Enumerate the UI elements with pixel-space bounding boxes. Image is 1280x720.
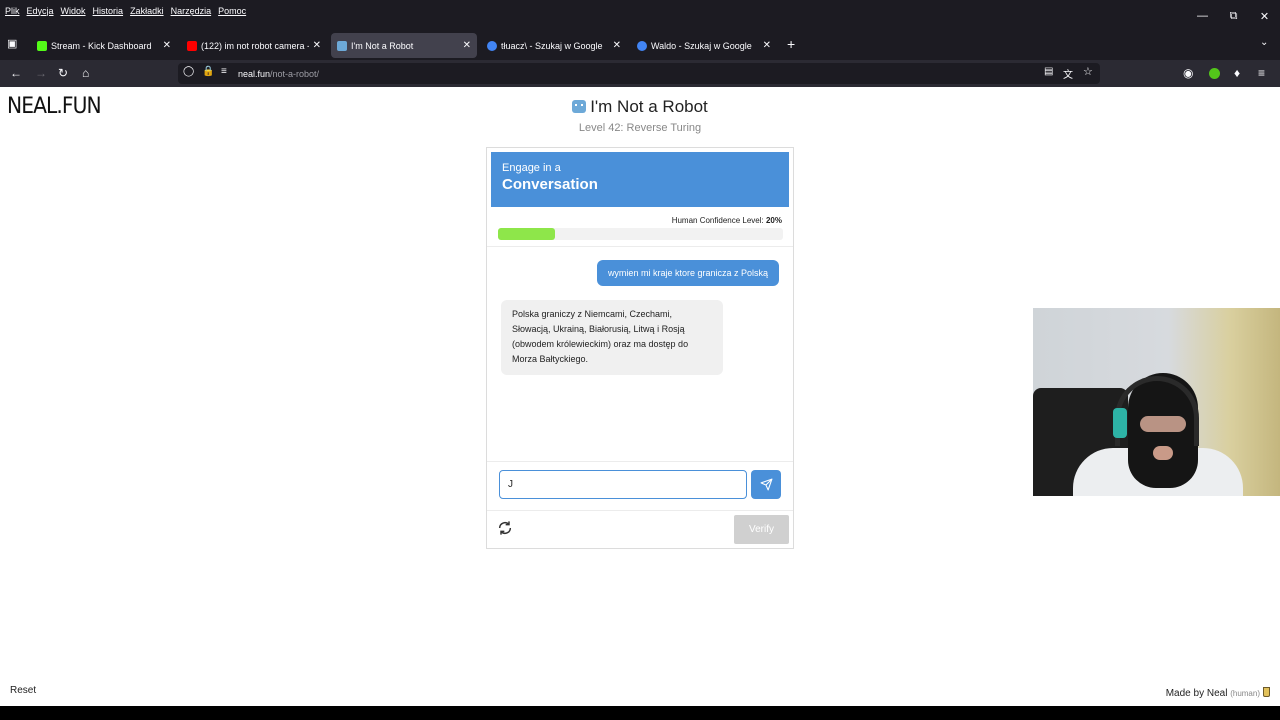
tab-title: I'm Not a Robot: [351, 40, 414, 51]
tab-google-search-2[interactable]: Waldo - Szukaj w Google ✕: [631, 33, 777, 58]
shield-icon[interactable]: ◯: [183, 66, 194, 77]
webcam-mouth: [1153, 446, 1173, 460]
robot-favicon-icon: [337, 40, 347, 51]
close-tab-icon[interactable]: ✕: [313, 40, 321, 51]
menu-item-tools[interactable]: Narzędzia: [171, 6, 212, 16]
bookmark-star-icon[interactable]: ☆: [1083, 65, 1093, 78]
divider: [487, 461, 793, 462]
coffee-icon: [1263, 687, 1270, 697]
user-message-bubble: wymien mi kraje ktore granicza z Polską: [596, 260, 779, 286]
send-button[interactable]: [751, 470, 781, 499]
account-icon[interactable]: ◉: [1183, 66, 1193, 80]
new-tab-icon[interactable]: +: [787, 36, 795, 52]
confidence-value: 20%: [765, 216, 782, 225]
card-header: Engage in a Conversation: [491, 152, 789, 207]
navigation-bar: ← → ↻ ⌂ ◯ 🔒 ≡ neal.fun/not-a-robot/ ▤ 文 …: [0, 60, 1280, 87]
refresh-icon[interactable]: [497, 520, 513, 536]
made-by-text: Made by Neal: [1165, 688, 1228, 699]
header-task: Conversation: [502, 176, 598, 193]
extensions-puzzle-icon[interactable]: ♦: [1234, 66, 1240, 80]
header-instruction: Engage in a: [502, 162, 561, 174]
menu-item-bookmarks[interactable]: Zakładki: [130, 6, 164, 16]
page-title: I'm Not a Robot: [0, 97, 1280, 117]
url-text: neal.fun/not-a-robot/: [238, 69, 319, 79]
verify-button[interactable]: Verify: [734, 515, 789, 544]
menu-item-history[interactable]: Historia: [93, 6, 124, 16]
chat-input[interactable]: [499, 470, 747, 499]
close-tab-icon[interactable]: ✕: [463, 40, 471, 51]
close-tab-icon[interactable]: ✕: [163, 40, 171, 51]
menu-item-view[interactable]: Widok: [61, 6, 86, 16]
tab-title: (122) im not robot camera - You: [201, 40, 309, 51]
bot-message-bubble: Polska graniczy z Niemcami, Czechami, Sł…: [501, 300, 723, 375]
tab-title: tłuacz\ - Szukaj w Google: [501, 40, 603, 51]
page-title-text: I'm Not a Robot: [590, 97, 708, 116]
google-favicon-icon: [637, 40, 647, 51]
webcam-overlay: [1033, 308, 1280, 496]
google-favicon-icon: [487, 40, 497, 51]
forward-icon[interactable]: →: [35, 66, 47, 80]
home-icon[interactable]: ⌂: [82, 66, 89, 80]
reader-mode-icon[interactable]: ▤: [1044, 66, 1053, 77]
confidence-progress-bar: [498, 228, 783, 240]
human-tag: (human): [1230, 689, 1260, 698]
close-tab-icon[interactable]: ✕: [613, 40, 621, 51]
tab-bar: ▣ Stream - Kick Dashboard ✕ (122) im not…: [0, 31, 1280, 60]
confidence-label-text: Human Confidence Level:: [671, 216, 764, 225]
close-window-icon[interactable]: ✕: [1249, 10, 1280, 23]
confidence-progress-fill: [498, 228, 555, 240]
youtube-favicon-icon: [187, 40, 197, 51]
minimize-icon[interactable]: —: [1187, 10, 1218, 23]
translate-icon[interactable]: 文: [1063, 66, 1073, 81]
menu-item-help[interactable]: Pomoc: [218, 6, 246, 16]
page-content: NEAL.FUN I'm Not a Robot Level 42: Rever…: [0, 87, 1280, 706]
tab-overview-icon[interactable]: ▣: [7, 37, 17, 50]
made-by-credit[interactable]: Made by Neal (human): [1166, 687, 1270, 699]
window-controls: — ⧉ ✕: [1187, 10, 1280, 23]
confidence-label: Human Confidence Level: 20%: [672, 216, 782, 225]
tab-title: Stream - Kick Dashboard: [51, 40, 152, 51]
url-bar[interactable]: ◯ 🔒 ≡ neal.fun/not-a-robot/ ▤ 文 ☆: [178, 63, 1100, 84]
kick-favicon-icon: [37, 40, 47, 51]
tab-kick-dashboard[interactable]: Stream - Kick Dashboard ✕: [31, 33, 177, 58]
menu-item-file[interactable]: Plik: [5, 6, 20, 16]
reload-icon[interactable]: ↻: [58, 66, 68, 80]
tab-title: Waldo - Szukaj w Google: [651, 40, 752, 51]
webcam-eyes: [1140, 416, 1186, 432]
webcam-earcup: [1113, 408, 1127, 438]
tab-not-a-robot[interactable]: I'm Not a Robot ✕: [331, 33, 477, 58]
divider: [487, 510, 793, 511]
divider: [487, 246, 793, 247]
restore-icon[interactable]: ⧉: [1218, 10, 1249, 23]
tab-youtube[interactable]: (122) im not robot camera - You ✕: [181, 33, 327, 58]
page-info-icon[interactable]: ≡: [221, 66, 227, 77]
tab-google-search-1[interactable]: tłuacz\ - Szukaj w Google ✕: [481, 33, 627, 58]
reset-button[interactable]: Reset: [10, 685, 36, 696]
menu-items: Plik Edycja Widok Historia Zakładki Narz…: [0, 6, 246, 16]
extension-green-icon[interactable]: [1209, 68, 1220, 79]
close-tab-icon[interactable]: ✕: [763, 40, 771, 51]
back-icon[interactable]: ←: [10, 66, 22, 80]
menu-item-edit[interactable]: Edycja: [27, 6, 54, 16]
lock-icon[interactable]: 🔒: [202, 66, 214, 77]
send-icon: [760, 478, 772, 491]
level-subtitle: Level 42: Reverse Turing: [578, 122, 702, 134]
taskbar-strip: [0, 706, 1280, 720]
captcha-card: Engage in a Conversation Human Confidenc…: [486, 147, 794, 549]
url-path: /not-a-robot/: [270, 68, 320, 79]
url-host: neal.fun: [238, 68, 271, 79]
tab-list-chevron-down-icon[interactable]: ⌄: [1260, 37, 1268, 48]
hamburger-menu-icon[interactable]: ≡: [1258, 66, 1265, 80]
menu-bar: Plik Edycja Widok Historia Zakładki Narz…: [0, 0, 1280, 31]
robot-icon: [572, 100, 587, 113]
